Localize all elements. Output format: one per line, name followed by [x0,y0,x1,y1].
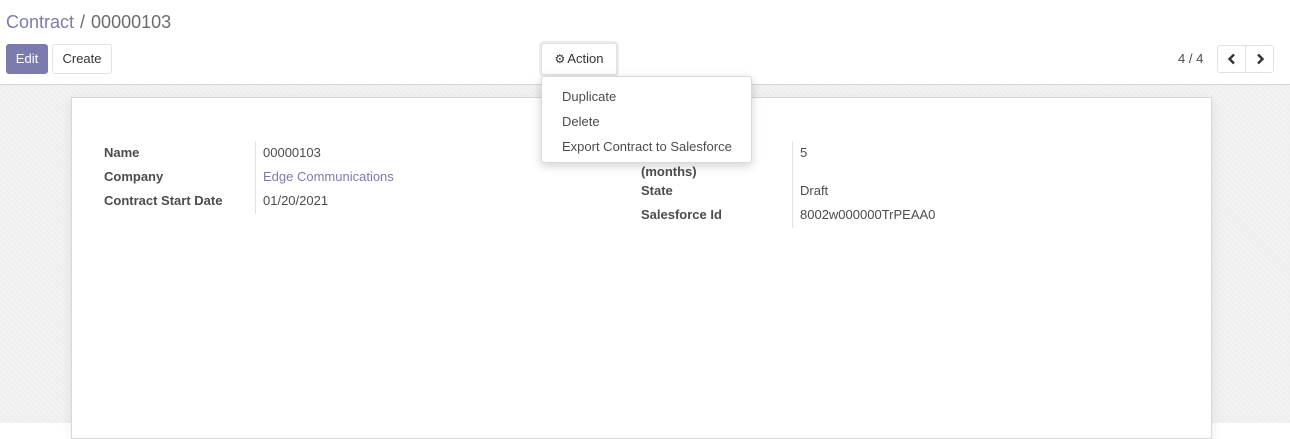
breadcrumb: Contract /00000103 [6,11,171,33]
field-value-salesforce-id: 8002w000000TrPEAA0 [800,207,936,222]
menu-item-delete[interactable]: Delete [562,114,600,130]
gear-icon: ⚙ [554,52,566,66]
pager-next-button[interactable] [1245,45,1274,73]
edit-button[interactable]: Edit [6,44,48,74]
pager-previous-button[interactable] [1217,45,1246,73]
left-group-separator [255,141,256,214]
field-label-state: State [641,183,673,198]
action-button[interactable]: ⚙ Action [541,43,617,75]
field-label-contract-start-date: Contract Start Date [104,193,223,208]
action-dropdown-menu: Duplicate Delete Export Contract to Sale… [541,76,752,163]
field-value-name: 00000103 [263,145,321,160]
field-label-name: Name [104,145,140,160]
field-label-company: Company [104,169,164,184]
right-group-separator [792,141,793,228]
pager-value[interactable]: 4 / 4 [1178,51,1203,66]
control-panel: Contract /00000103 Edit Create ⚙ Action 4 … [0,0,1290,85]
menu-item-export-to-salesforce[interactable]: Export Contract to Salesforce [562,139,732,155]
action-button-label: Action [567,51,604,66]
field-label-duration-months: (months) [641,164,697,179]
breadcrumb-contract-link[interactable]: Contract [6,12,74,32]
create-button[interactable]: Create [52,44,112,74]
field-label-salesforce-id: Salesforce Id [641,207,722,222]
breadcrumb-separator: / [80,12,86,32]
chevron-left-icon [1227,53,1235,65]
breadcrumb-current: 00000103 [91,12,172,32]
menu-item-duplicate[interactable]: Duplicate [562,89,616,105]
chevron-right-icon [1256,53,1264,65]
field-value-state: Draft [800,183,829,198]
field-value-duration: 5 [800,145,808,160]
field-value-company-link[interactable]: Edge Communications [263,169,394,185]
field-value-contract-start-date: 01/20/2021 [263,193,329,208]
